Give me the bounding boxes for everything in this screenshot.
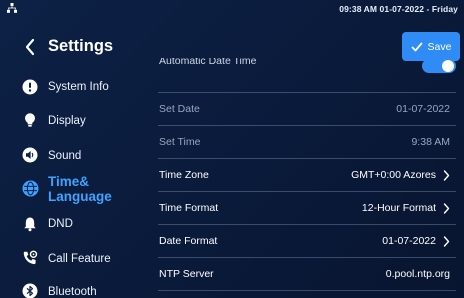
save-button-label: Save <box>427 40 452 53</box>
check-icon <box>411 42 422 51</box>
sidebar-item-sound[interactable]: Sound <box>0 140 150 170</box>
sidebar-item-system-info[interactable]: System Info <box>0 72 150 102</box>
date-format-value: 01-07-2022 <box>382 235 436 247</box>
set-time-row: Set Time 9:38 AM <box>158 126 456 159</box>
chevron-right-icon <box>443 170 450 181</box>
sidebar-item-label-line2: Language <box>48 189 112 204</box>
phone-settings-icon <box>23 250 38 265</box>
globe-icon <box>22 180 39 197</box>
set-date-value: 01-07-2022 <box>396 103 450 115</box>
bluetooth-icon <box>22 283 38 298</box>
sidebar-item-label: Sound <box>48 150 82 162</box>
time-zone-value: GMT+0:00 Azores <box>351 169 436 181</box>
speaker-icon <box>22 147 38 163</box>
sidebar-item-label: Call Feature <box>48 253 111 265</box>
chevron-left-icon[interactable] <box>24 38 36 56</box>
sidebar-item-call-feature[interactable]: Call Feature <box>0 244 150 274</box>
sidebar-item-label: DND <box>48 218 73 230</box>
chevron-right-icon <box>443 203 450 214</box>
ntp-server-row[interactable]: NTP Server 0.pool.ntp.org <box>158 258 456 291</box>
sidebar-item-label: System Info <box>48 81 109 93</box>
ntp-server-label: NTP Server <box>159 268 214 280</box>
automatic-date-time-label: Automatic Date Time <box>159 58 257 67</box>
save-button[interactable]: Save <box>402 32 460 61</box>
sidebar: System Info Display Sound Time& Language… <box>0 68 150 298</box>
time-format-row[interactable]: Time Format 12-Hour Format <box>158 192 456 225</box>
time-zone-row[interactable]: Time Zone GMT+0:00 Azores <box>158 159 456 192</box>
status-datetime: 09:38 AM 01-07-2022 - Friday <box>339 4 458 14</box>
time-format-label: Time Format <box>159 202 219 214</box>
set-date-label: Set Date <box>159 103 200 115</box>
automatic-date-time-row[interactable]: Automatic Date Time <box>158 58 456 93</box>
page-title: Settings <box>48 37 114 55</box>
bell-icon <box>24 217 36 232</box>
sidebar-item-label-line1: Time& <box>48 174 90 189</box>
settings-screen: 09:38 AM 01-07-2022 - Friday Settings Sa… <box>0 0 464 298</box>
status-bar: 09:38 AM 01-07-2022 - Friday <box>0 0 464 18</box>
sidebar-item-label: Bluetooth <box>48 286 97 298</box>
sidebar-item-dnd[interactable]: DND <box>0 210 150 240</box>
time-language-settings: Automatic Date Time Set Date 01-07-2022 … <box>158 58 464 298</box>
set-time-value: 9:38 AM <box>411 136 450 148</box>
info-icon <box>22 79 38 95</box>
automatic-date-time-toggle[interactable] <box>422 59 456 73</box>
set-date-row: Set Date 01-07-2022 <box>158 93 456 126</box>
network-icon <box>7 3 17 13</box>
lightbulb-icon <box>25 113 35 127</box>
sidebar-item-display[interactable]: Display <box>0 106 150 136</box>
set-time-label: Set Time <box>159 136 201 148</box>
toggle-knob <box>442 60 454 72</box>
date-format-row[interactable]: Date Format 01-07-2022 <box>158 225 456 258</box>
sidebar-item-bluetooth[interactable]: Bluetooth <box>0 277 150 298</box>
chevron-right-icon <box>443 236 450 247</box>
sidebar-item-label: Display <box>48 115 86 127</box>
time-zone-label: Time Zone <box>159 169 209 181</box>
time-format-value: 12-Hour Format <box>361 202 436 214</box>
date-format-label: Date Format <box>159 235 218 247</box>
sidebar-item-time-language[interactable]: Time& Language <box>0 172 150 206</box>
ntp-server-value: 0.pool.ntp.org <box>385 268 450 280</box>
